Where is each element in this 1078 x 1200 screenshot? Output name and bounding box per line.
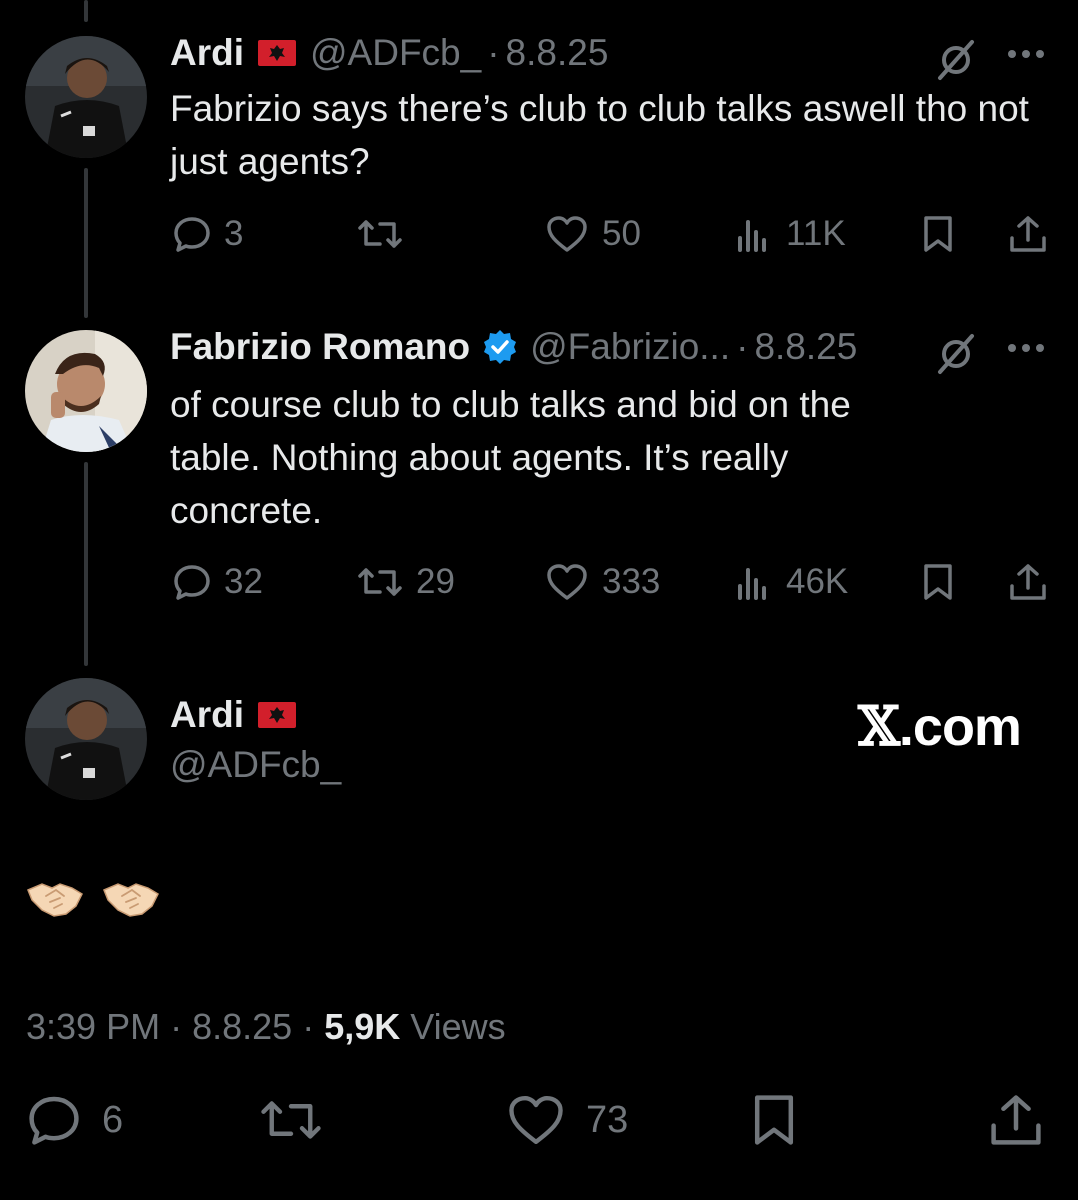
handshake-emoji-icon [103, 883, 159, 917]
reply-count: 6 [102, 1098, 124, 1141]
like-count: 73 [586, 1098, 629, 1141]
thread-line-top [84, 0, 88, 22]
views-button[interactable]: 46K [734, 562, 848, 602]
watermark-domain: .com [898, 697, 1022, 757]
share-icon [1010, 216, 1046, 252]
x-com-watermark: 𝕏.com [858, 694, 1022, 758]
tweet-text: Fabrizio says there’s club to club talks… [170, 88, 1029, 182]
separator-dot: · [302, 1006, 315, 1047]
views-count: 11K [786, 214, 846, 253]
author-handle[interactable]: @ADFcb_ [170, 744, 341, 786]
x-logo-icon: 𝕏 [858, 694, 900, 758]
more-icon[interactable] [1004, 44, 1048, 64]
bookmark-button[interactable] [918, 562, 958, 602]
share-icon [1010, 564, 1046, 600]
reply-button[interactable]: 3 [172, 214, 243, 254]
share-button[interactable] [1008, 562, 1048, 602]
tweet-date[interactable]: 8.8.25 [192, 1006, 292, 1047]
main-tweet-name-row: Ardi [170, 694, 310, 736]
views-count[interactable]: 5,9K [324, 1006, 400, 1047]
tweet-meta: 3:39 PM · 8.8.25 · 5,9K Views [26, 1006, 506, 1048]
repost-button[interactable]: 29 [356, 562, 455, 602]
views-count: 46K [786, 562, 849, 601]
separator-dot: · [736, 326, 749, 367]
author-handle[interactable]: @Fabrizio... [530, 326, 730, 368]
bookmark-button[interactable] [746, 1092, 802, 1148]
more-icon[interactable] [1004, 338, 1048, 358]
repost-count: 29 [416, 562, 455, 601]
tweet-text: of course club to club talks and bid on … [170, 384, 851, 531]
repost-icon [261, 1101, 321, 1139]
like-button[interactable]: 333 [544, 562, 660, 602]
tweet-1-header: Ardi @ADFcb_ · 8.8.25 [170, 32, 608, 74]
author-name[interactable]: Ardi [170, 694, 244, 736]
grok-icon[interactable] [934, 38, 978, 82]
bookmark-icon [754, 1095, 794, 1145]
reply-button[interactable]: 6 [26, 1092, 123, 1148]
views-label: Views [410, 1006, 506, 1047]
share-button[interactable] [988, 1092, 1044, 1148]
avatar-fabrizio[interactable] [25, 330, 147, 452]
separator-dot: · [170, 1006, 183, 1047]
reply-icon [174, 565, 210, 600]
like-button[interactable]: 73 [506, 1092, 628, 1148]
like-count: 333 [602, 562, 661, 601]
reply-count: 32 [224, 562, 263, 601]
like-icon [547, 564, 587, 600]
tweet-time[interactable]: 3:39 PM [26, 1006, 160, 1047]
tweet-date[interactable]: 8.8.25 [754, 326, 857, 368]
avatar-ardi[interactable] [25, 36, 147, 158]
tweet-date[interactable]: 8.8.25 [506, 32, 609, 74]
albania-flag-icon [258, 40, 296, 66]
repost-icon [358, 568, 402, 596]
reply-button[interactable]: 32 [172, 562, 263, 602]
repost-button[interactable] [258, 1092, 344, 1148]
reply-icon [29, 1096, 79, 1145]
views-icon [738, 220, 766, 252]
albania-flag-icon [258, 702, 296, 728]
like-count: 50 [602, 214, 641, 253]
reply-count: 3 [224, 214, 244, 253]
share-button[interactable] [1008, 214, 1048, 254]
main-tweet-text: 🤝🏻🤝🏻 [26, 876, 160, 920]
like-icon [547, 216, 587, 252]
thread-line-1 [84, 168, 88, 318]
repost-icon [358, 220, 402, 248]
main-tweet-handle-row: @ADFcb_ [170, 744, 341, 786]
verified-badge-icon [482, 329, 518, 365]
thread-line-2 [84, 462, 88, 666]
avatar-ardi[interactable] [25, 678, 147, 800]
author-name[interactable]: Ardi [170, 32, 244, 74]
author-name[interactable]: Fabrizio Romano [170, 326, 470, 368]
tweet-2-header: Fabrizio Romano @Fabrizio... · 8.8.25 [170, 326, 857, 368]
grok-icon[interactable] [934, 332, 978, 376]
author-handle[interactable]: @ADFcb_ [310, 32, 481, 74]
share-icon [991, 1095, 1041, 1145]
views-icon [738, 568, 766, 600]
reply-icon [174, 217, 210, 252]
repost-button[interactable] [356, 214, 416, 254]
bookmark-icon [924, 216, 952, 252]
bookmark-button[interactable] [918, 214, 958, 254]
bookmark-icon [924, 564, 952, 600]
like-button[interactable]: 50 [544, 214, 641, 254]
like-icon [509, 1096, 563, 1144]
views-button[interactable]: 11K [734, 214, 846, 254]
handshake-emoji-icon [27, 883, 83, 917]
separator-dot: · [487, 32, 500, 73]
